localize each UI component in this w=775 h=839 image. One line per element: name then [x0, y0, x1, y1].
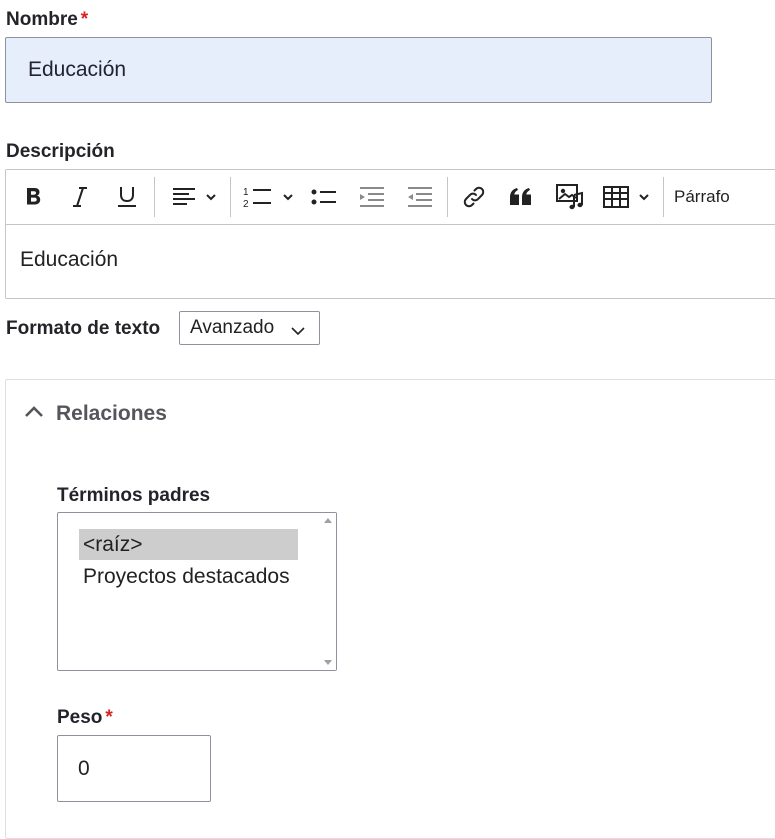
- heading-dropdown[interactable]: Párrafo: [674, 170, 764, 224]
- indent-icon[interactable]: [354, 170, 390, 224]
- toolbar-separator: [230, 177, 231, 217]
- option-proyectos-destacados[interactable]: Proyectos destacados: [79, 561, 298, 592]
- required-mark: *: [105, 707, 113, 728]
- nombre-label: Nombre *: [6, 9, 89, 30]
- editor-content[interactable]: Educación: [20, 248, 118, 272]
- align-left-icon[interactable]: [164, 170, 222, 224]
- text-format-selected: Avanzado: [190, 317, 275, 338]
- media-icon[interactable]: [550, 170, 590, 224]
- table-icon[interactable]: [600, 170, 660, 224]
- chevron-up-icon: [24, 405, 44, 424]
- link-icon[interactable]: [456, 170, 492, 224]
- descripcion-label: Descripción: [6, 141, 115, 162]
- toolbar-separator: [663, 177, 664, 217]
- nombre-input[interactable]: [5, 37, 712, 103]
- formato-label: Formato de texto: [6, 318, 161, 339]
- italic-icon[interactable]: [62, 170, 98, 224]
- peso-label: Peso *: [57, 707, 113, 728]
- peso-input[interactable]: [57, 735, 211, 802]
- text-format-select[interactable]: Avanzado: [179, 311, 320, 345]
- toolbar-separator: [447, 177, 448, 217]
- outdent-icon[interactable]: [402, 170, 438, 224]
- bulleted-list-icon[interactable]: [306, 170, 342, 224]
- scroll-up-arrow-icon[interactable]: [324, 518, 332, 523]
- blockquote-icon[interactable]: [503, 170, 539, 224]
- underline-icon[interactable]: [109, 170, 145, 224]
- rich-text-editor: 12 Párrafo Educación: [5, 169, 775, 299]
- required-mark: *: [80, 9, 89, 30]
- editor-toolbar: 12 Párrafo: [6, 170, 775, 225]
- option-raiz[interactable]: <raíz>: [79, 529, 298, 560]
- toolbar-separator: [154, 177, 155, 217]
- svg-text:1: 1: [243, 187, 249, 198]
- bold-icon[interactable]: [16, 170, 52, 224]
- scrollbar[interactable]: [320, 513, 336, 670]
- chevron-down-icon: [290, 321, 306, 343]
- relaciones-toggle[interactable]: Relaciones: [24, 402, 167, 426]
- numbered-list-icon[interactable]: 12: [238, 170, 300, 224]
- scroll-down-arrow-icon[interactable]: [324, 660, 332, 665]
- relaciones-title: Relaciones: [56, 402, 167, 425]
- terminos-padres-select[interactable]: <raíz> Proyectos destacados: [57, 512, 337, 671]
- svg-text:2: 2: [243, 199, 249, 210]
- terminos-padres-label: Términos padres: [57, 485, 211, 506]
